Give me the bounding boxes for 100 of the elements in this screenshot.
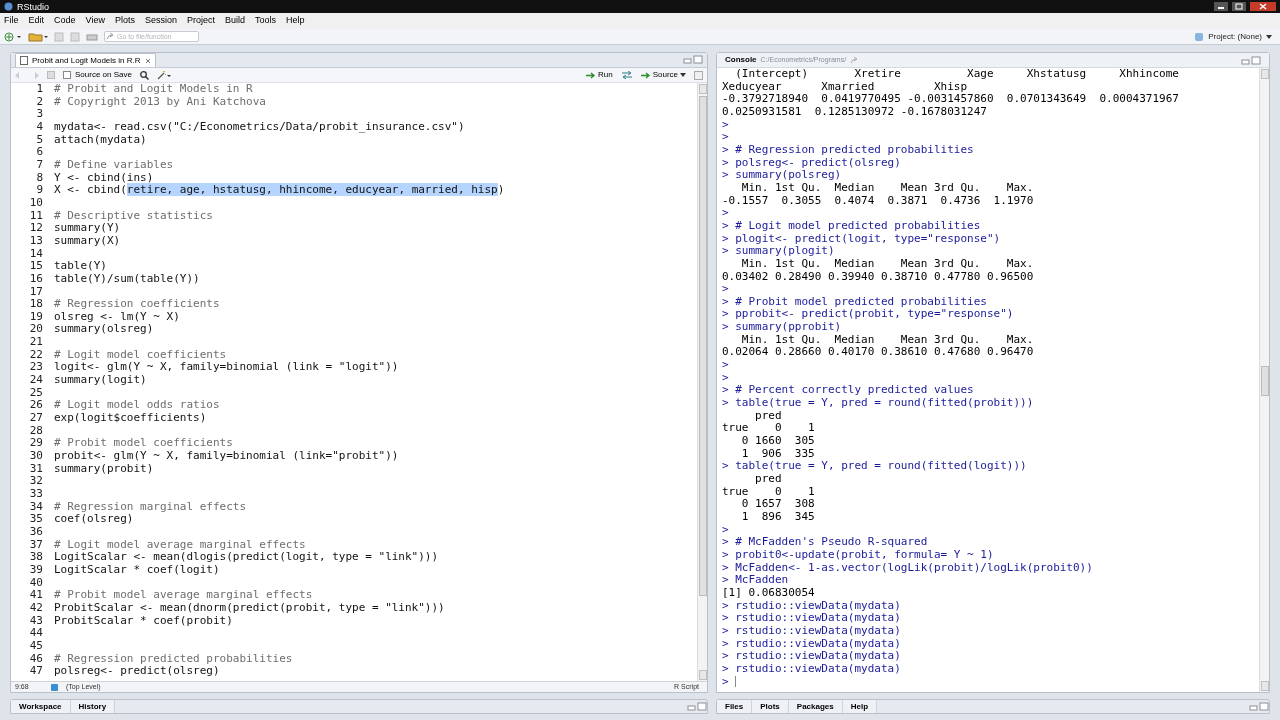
code-line: summary(X) — [54, 234, 121, 248]
checkbox[interactable] — [63, 71, 71, 79]
code-comment: # Define variables — [54, 158, 174, 172]
line-number: 38 — [28, 551, 43, 564]
menu-item[interactable]: Project — [186, 14, 215, 28]
console-output-text: 1 906 335 — [740, 446, 815, 460]
line-number: 9 — [35, 184, 43, 197]
menu-item[interactable]: Session — [144, 14, 177, 28]
search-icon[interactable] — [139, 70, 149, 80]
line-number: 16 — [28, 272, 43, 286]
new-file-icon[interactable] — [4, 31, 22, 42]
console-title: Console — [725, 54, 757, 66]
pane-resize-icon[interactable] — [683, 55, 703, 64]
console-command-text: > summary(plogit) — [722, 244, 835, 258]
menu-item[interactable]: View — [85, 14, 105, 28]
line-number: 43 — [28, 614, 43, 628]
pane-tab[interactable]: Workspace — [11, 700, 71, 713]
console-output-text: Min. 1st Qu. Median Mean 3rd Qu. Max. — [740, 180, 1034, 194]
source-button[interactable]: Source — [640, 69, 686, 81]
console-command-text: > rstudio::viewData(mydata) — [722, 636, 901, 650]
console-output-text: 0.02064 0.28660 0.40170 0.38610 0.47680 0.96470 — [722, 345, 1034, 359]
menu-item[interactable]: Build — [224, 14, 245, 28]
pane-tab[interactable]: Packages — [788, 700, 843, 713]
scrollbar[interactable] — [1259, 68, 1269, 692]
wand-icon[interactable] — [156, 70, 171, 80]
project-menu[interactable]: Project: (None) — [1208, 30, 1262, 43]
go-to-directory-icon[interactable] — [850, 56, 860, 64]
line-number: 39 — [28, 563, 43, 577]
code-comment: # Regression predicted probabilities — [54, 652, 293, 666]
code-line: ProbitScalar <- mean(dnorm(predict(probit, type = "link"))) — [54, 601, 445, 615]
console-output-text: 0 1660 305 — [740, 434, 815, 448]
arrow-icon[interactable] — [106, 33, 114, 40]
pane-tab[interactable]: Help — [842, 700, 878, 713]
code-line: LogitScalar * coef(logit) — [54, 563, 220, 577]
console-command-text: > — [722, 117, 729, 131]
caret-icon[interactable] — [680, 73, 686, 77]
restore-icon[interactable] — [1232, 2, 1246, 11]
menu-item[interactable]: Help — [286, 14, 305, 28]
line-number: 27 — [28, 412, 43, 425]
menu-item[interactable]: Tools — [255, 14, 276, 28]
console-command-text: > McFadden<- 1-as.vector(logLik(probit)/logLik(probit0)) — [722, 560, 1093, 574]
console-command-text: > — [722, 358, 729, 372]
line-number: 37 — [28, 538, 43, 552]
line-number: 26 — [28, 399, 43, 413]
scrollbar[interactable] — [697, 83, 707, 681]
line-number: 34 — [28, 500, 43, 514]
caret-icon[interactable] — [1266, 34, 1272, 39]
line-number: 23 — [28, 361, 43, 375]
line-number: 1 — [35, 83, 43, 96]
console-output-text: true 0 1 — [722, 484, 815, 498]
pane-resize-icon[interactable] — [687, 702, 707, 711]
console-command-text: > pprobit<- predict(probit, type="response") — [722, 307, 1014, 321]
function-icon[interactable] — [51, 683, 58, 691]
code-comment: # Probit model coefficients — [54, 437, 233, 451]
line-number: 2 — [35, 95, 43, 109]
pane-resize-icon[interactable] — [1241, 55, 1261, 65]
console-command-text: > — [722, 370, 729, 384]
console-command-text: > plogit<- predict(logit, type="response") — [722, 231, 1001, 245]
line-number: 28 — [28, 424, 43, 438]
line-number: 13 — [28, 234, 43, 248]
line-number: 40 — [28, 576, 43, 590]
app-icon[interactable] — [4, 2, 13, 11]
menu-item[interactable]: Plots — [114, 14, 135, 28]
console-output-text: -0.3792718940 0.0419770495 -0.0031457860 0.0701343649 0.0004371967 — [722, 92, 1179, 106]
console-command-text: > # Regression predicted probabilities — [722, 142, 974, 156]
code-line: summary(Y) — [54, 222, 121, 235]
code-line: logit<- glm(Y ~ X, family=binomial (link = "logit")) — [54, 361, 399, 375]
pane-tab[interactable]: Plots — [752, 700, 789, 713]
console-output-text: (Intercept) Xretire Xage Xhstatusg Xhhincome — [734, 68, 1179, 80]
console-command-text: > rstudio::viewData(mydata) — [722, 598, 901, 612]
close-icon[interactable] — [144, 57, 151, 64]
pane-tab[interactable]: Files — [717, 700, 753, 713]
file-tab[interactable]: Probit and Logit Models in R.R — [15, 53, 156, 67]
menu-item[interactable]: Code — [54, 14, 76, 28]
line-number: 30 — [28, 450, 43, 463]
run-arrow-icon[interactable] — [585, 71, 596, 79]
console-output-text: Min. 1st Qu. Median Mean 3rd Qu. Max. — [740, 256, 1034, 270]
console-output-text: 1 896 345 — [740, 509, 815, 523]
console-command-text: > polsreg<- predict(olsreg) — [722, 155, 901, 169]
line-number: 8 — [35, 171, 43, 185]
close-icon[interactable] — [1250, 2, 1276, 11]
project-icon[interactable] — [1194, 31, 1205, 42]
line-number: 11 — [28, 209, 43, 223]
minimize-icon[interactable] — [1214, 2, 1228, 11]
menu-item[interactable]: File — [4, 14, 19, 28]
pane-resize-icon[interactable] — [1249, 702, 1269, 711]
folder-icon[interactable] — [28, 31, 48, 42]
code-line: mydata<- read.csv("C:/Econometrics/Data/probit_insurance.csv") — [54, 120, 465, 134]
line-number: 31 — [28, 462, 43, 476]
rerun-icon[interactable] — [620, 71, 633, 79]
run-button[interactable]: Run — [585, 69, 613, 81]
line-number: 29 — [28, 437, 43, 451]
line-number: 47 — [28, 665, 43, 678]
code-line: coef(olsreg) — [54, 513, 134, 526]
code-line: exp(logit$coefficients) — [54, 412, 207, 425]
pane-tab[interactable]: History — [70, 700, 116, 713]
code-line: olsreg <- lm(Y ~ X) — [54, 310, 180, 324]
source-arrow-icon[interactable] — [640, 71, 651, 79]
console-command-text: > # McFadden's Pseudo R-squared — [722, 535, 928, 549]
menu-item[interactable]: Edit — [28, 14, 45, 28]
